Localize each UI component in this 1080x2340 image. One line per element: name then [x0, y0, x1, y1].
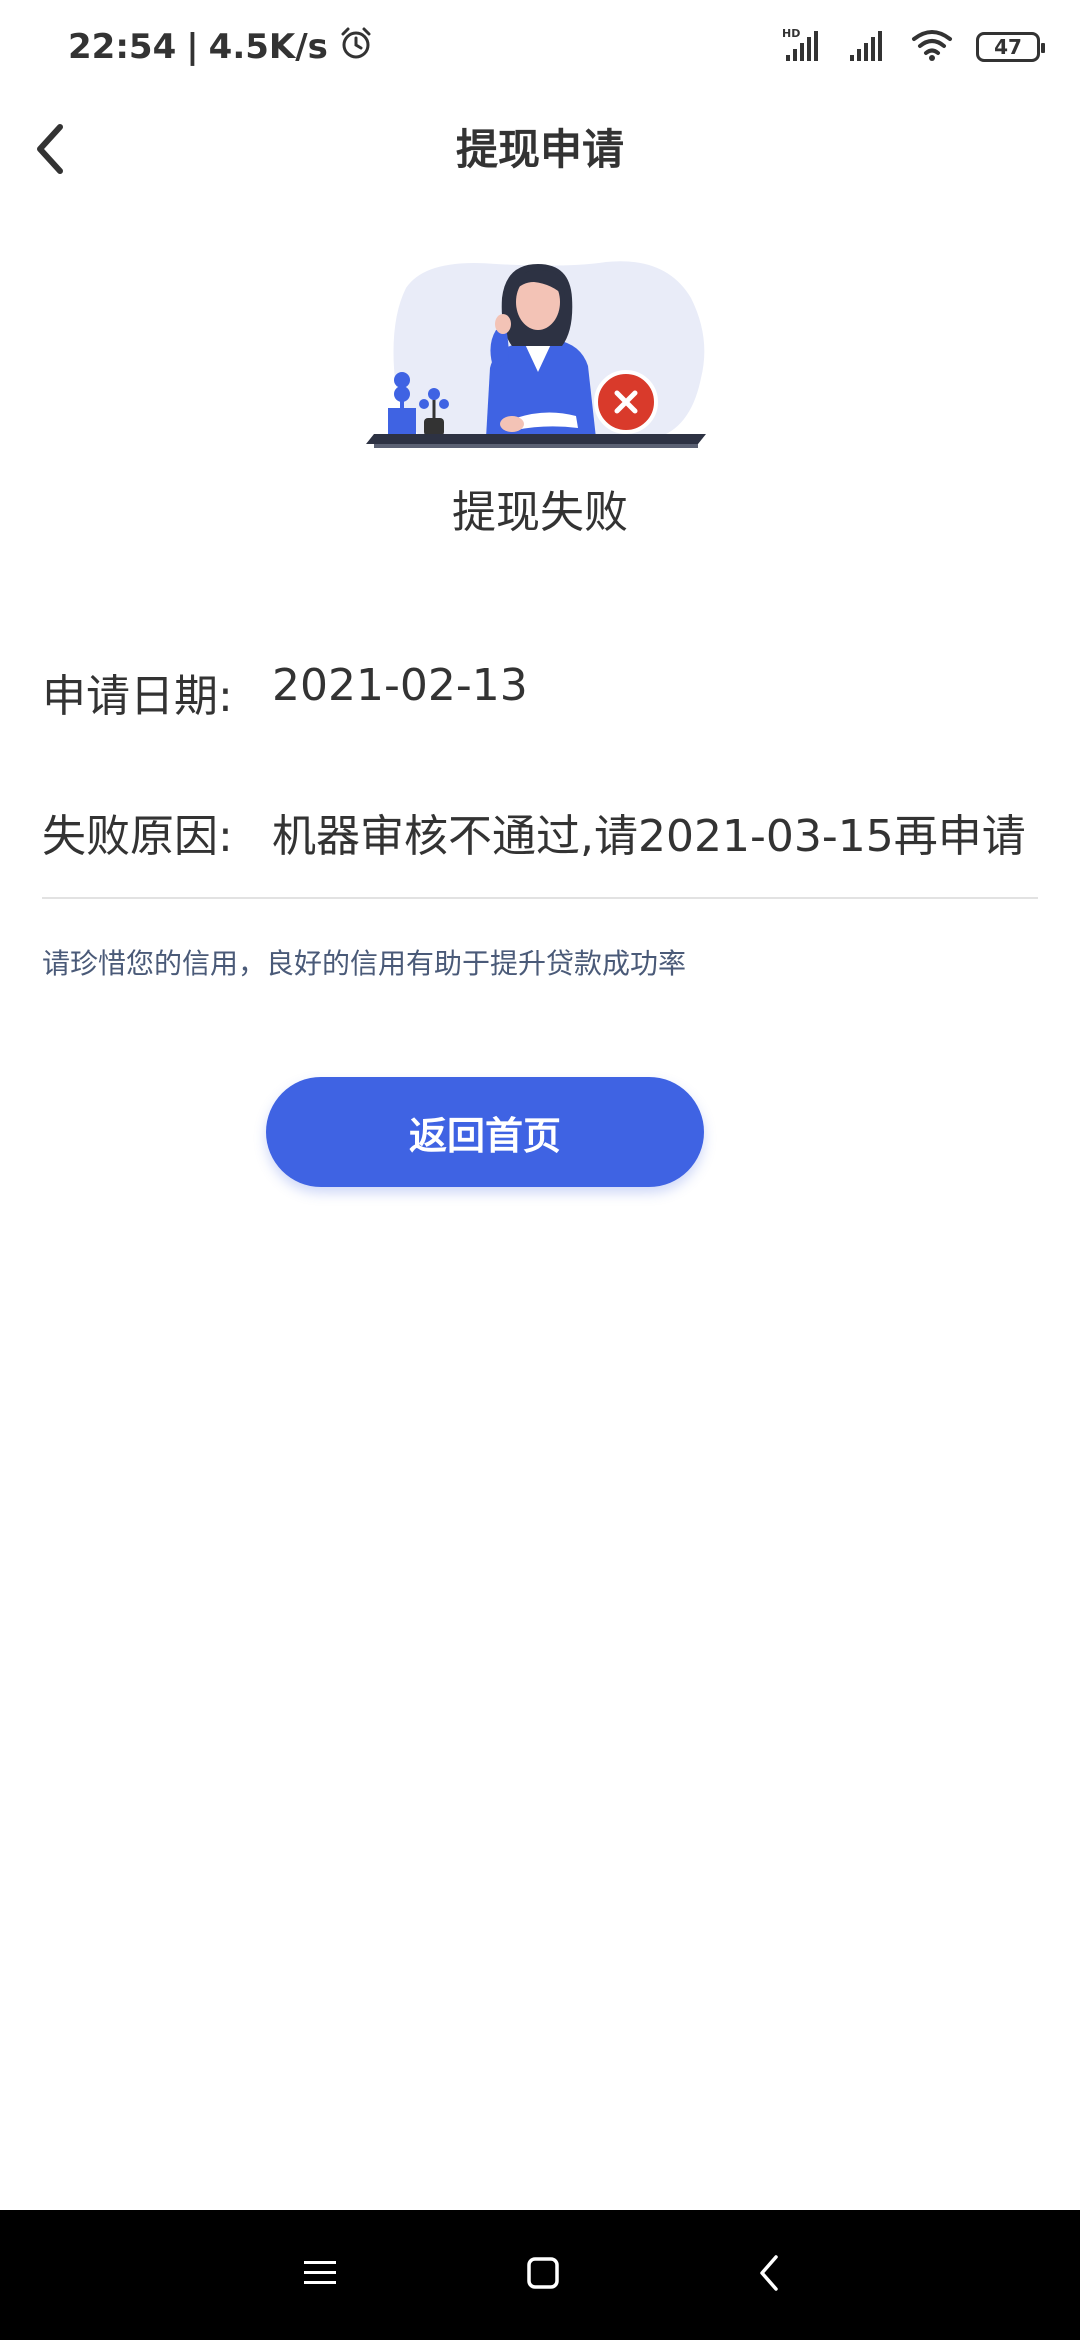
- menu-icon: [302, 2257, 338, 2293]
- battery-icon: 47: [976, 32, 1045, 62]
- status-time: 22:54: [68, 27, 177, 67]
- signal-icon: [848, 27, 888, 67]
- nav-home-button[interactable]: [503, 2235, 583, 2315]
- page-title: 提现申请: [455, 125, 624, 174]
- hd-signal-icon: HD: [782, 27, 826, 67]
- reason-label: 失败原因:: [42, 811, 233, 862]
- info-row-date: 申请日期: 2021-02-13: [42, 660, 1038, 724]
- battery-level: 47: [994, 35, 1022, 59]
- alarm-icon: [338, 25, 374, 70]
- info-row-reason: 失败原因: 机器审核不通过,请2021-03-15再申请: [42, 800, 1038, 864]
- status-left: 22:54 | 4.5K/s: [68, 22, 374, 72]
- date-value: 2021-02-13: [272, 660, 528, 711]
- status-net-speed: 4.5K/s: [208, 27, 328, 67]
- home-square-icon: [525, 2255, 561, 2295]
- status-right: HD 47: [782, 22, 1045, 72]
- nav-menu-button[interactable]: [280, 2235, 360, 2315]
- nav-back-button[interactable]: [730, 2235, 810, 2315]
- back-icon: [756, 2253, 784, 2297]
- header: 提现申请: [0, 96, 1080, 206]
- status-bar: 22:54 | 4.5K/s HD 47: [0, 0, 1080, 96]
- result-title: 提现失败: [452, 487, 628, 538]
- page: 22:54 | 4.5K/s HD 47 提现申请 提现失败 申请日期: 202…: [0, 0, 1080, 2340]
- close-circle-icon: [596, 372, 656, 432]
- date-label: 申请日期:: [42, 671, 233, 722]
- svg-text:HD: HD: [782, 27, 800, 40]
- wifi-icon: [910, 27, 954, 67]
- reason-value: 机器审核不通过,请2021-03-15再申请: [272, 811, 1026, 862]
- woman-at-desk-illustration: [366, 258, 716, 453]
- divider: [42, 897, 1038, 899]
- return-home-button[interactable]: 返回首页: [266, 1077, 704, 1187]
- system-nav-bar: [0, 2210, 1080, 2340]
- status-separator: |: [186, 27, 199, 67]
- credit-tip: 请珍惜您的信用，良好的信用有助于提升贷款成功率: [42, 947, 687, 980]
